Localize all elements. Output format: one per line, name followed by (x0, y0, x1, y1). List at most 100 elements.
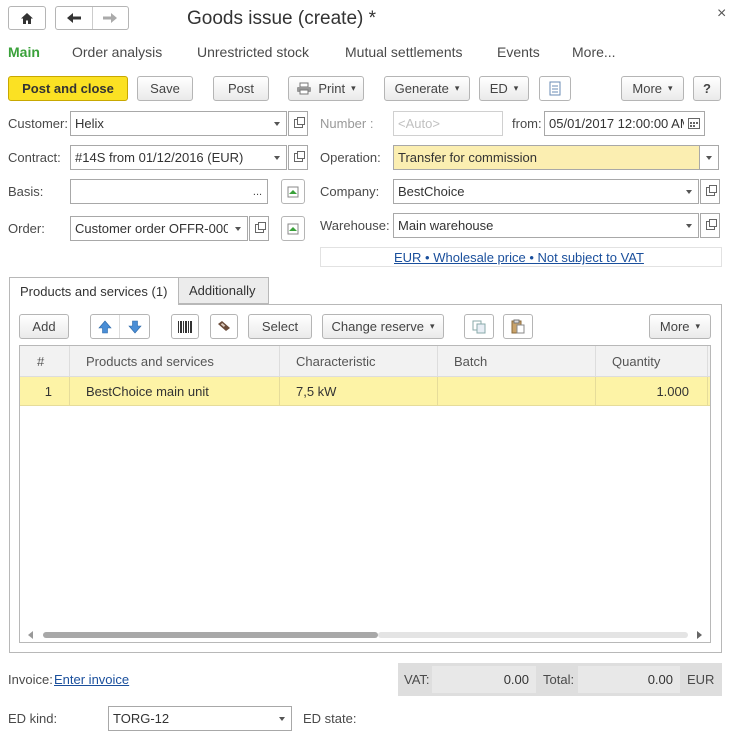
total-label: Total: (543, 672, 575, 687)
change-reserve-button[interactable]: Change reserve ▾ (322, 314, 444, 339)
operation-dropdown-icon[interactable] (699, 145, 719, 170)
calendar-button[interactable] (684, 111, 705, 136)
row-number: 1 (20, 377, 70, 405)
pricing-link[interactable]: EUR • Wholesale price • Not subject to V… (394, 250, 644, 265)
row-product: BestChoice main unit (70, 377, 280, 405)
number-field[interactable]: <Auto> (393, 111, 503, 136)
company-open-button[interactable] (700, 179, 720, 204)
from-label: from: (512, 116, 542, 131)
order-dropdown-icon[interactable] (228, 216, 248, 241)
invoice-label: Invoice: (8, 672, 53, 687)
warehouse-field[interactable]: Main warehouse (393, 213, 680, 238)
basis-label: Basis: (8, 184, 44, 199)
print-button[interactable]: Print ▾ (288, 76, 364, 101)
customer-field[interactable]: Helix (70, 111, 268, 136)
forward-arrow-icon (103, 13, 118, 23)
enter-invoice-link[interactable]: Enter invoice (54, 672, 129, 687)
tab-mutual-settlements[interactable]: Mutual settlements (345, 44, 463, 60)
tab-events[interactable]: Events (497, 44, 540, 60)
back-forward-group (55, 6, 129, 30)
tab-products-label: Products and services (1) (20, 284, 168, 299)
contract-dropdown-icon[interactable] (267, 145, 287, 170)
copy-button[interactable] (464, 314, 494, 339)
order-label: Order: (8, 221, 45, 236)
paste-button[interactable] (503, 314, 533, 339)
column-products[interactable]: Products and services (70, 346, 280, 376)
tab-more[interactable]: More... (572, 44, 616, 60)
calendar-icon (688, 118, 700, 129)
back-button[interactable] (56, 7, 93, 29)
products-grid[interactable]: # Products and services Characteristic B… (19, 345, 711, 643)
post-button[interactable]: Post (213, 76, 269, 101)
order-field[interactable]: Customer order OFFR-000 (70, 216, 229, 241)
add-button[interactable]: Add (19, 314, 69, 339)
save-button[interactable]: Save (137, 76, 193, 101)
scroll-right-icon[interactable] (697, 631, 702, 639)
tab-products-and-services[interactable]: Products and services (1) (9, 277, 179, 305)
row-quantity: 1.000 (596, 377, 708, 405)
more-button[interactable]: More ▾ (621, 76, 684, 101)
ed-kind-dropdown-icon[interactable] (272, 706, 292, 731)
fill-from-basis-button[interactable] (281, 179, 305, 204)
ed-button[interactable]: ED ▾ (479, 76, 529, 101)
warehouse-label: Warehouse: (320, 218, 390, 233)
data-collection-button[interactable] (210, 314, 238, 339)
vat-field: 0.00 (432, 666, 536, 693)
generate-button[interactable]: Generate ▾ (384, 76, 470, 101)
paste-icon (511, 319, 525, 334)
column-batch[interactable]: Batch (438, 346, 596, 376)
grid-more-button[interactable]: More ▾ (649, 314, 711, 339)
row-batch (438, 377, 596, 405)
tab-main[interactable]: Main (8, 44, 40, 60)
warehouse-dropdown-icon[interactable] (679, 213, 699, 238)
dropdown-arrow-icon: ▾ (454, 83, 460, 93)
column-characteristic[interactable]: Characteristic (280, 346, 438, 376)
customer-label: Customer: (8, 116, 68, 131)
home-button[interactable] (8, 6, 46, 30)
barcode-button[interactable] (171, 314, 199, 339)
contract-field[interactable]: #14S from 01/12/2016 (EUR) (70, 145, 268, 170)
select-button[interactable]: Select (248, 314, 312, 339)
dropdown-arrow-icon: ▾ (513, 83, 519, 93)
fill-icon (287, 223, 299, 234)
horizontal-scrollbar[interactable] (20, 628, 710, 642)
more-label: More (632, 81, 663, 96)
back-arrow-icon (66, 13, 81, 23)
close-icon[interactable]: × (717, 5, 726, 23)
contract-open-button[interactable] (288, 145, 308, 170)
copy-icon (472, 320, 486, 333)
arrow-down-icon (127, 320, 142, 333)
company-field[interactable]: BestChoice (393, 179, 680, 204)
date-field[interactable]: 05/01/2017 12:00:00 AM (544, 111, 685, 136)
vat-label: VAT: (404, 672, 430, 687)
move-up-button[interactable] (91, 315, 121, 338)
home-icon (21, 12, 33, 24)
help-button[interactable]: ? (693, 76, 721, 101)
basis-select-button[interactable]: ... (248, 179, 268, 204)
open-form-icon (293, 117, 305, 128)
tab-order-analysis[interactable]: Order analysis (72, 44, 162, 60)
post-and-close-button[interactable]: Post and close (8, 76, 128, 101)
order-open-button[interactable] (249, 216, 269, 241)
ed-kind-field[interactable]: TORG-12 (108, 706, 273, 731)
currency-label: EUR (687, 672, 715, 687)
fill-from-order-button[interactable] (281, 216, 305, 241)
customer-open-button[interactable] (288, 111, 308, 136)
basis-field[interactable] (70, 179, 249, 204)
customer-dropdown-icon[interactable] (267, 111, 287, 136)
table-row[interactable]: 1 BestChoice main unit 7,5 kW 1.000 (20, 377, 710, 406)
warehouse-open-button[interactable] (700, 213, 720, 238)
company-dropdown-icon[interactable] (679, 179, 699, 204)
tab-additionally[interactable]: Additionally (179, 277, 269, 304)
total-field: 0.00 (578, 666, 680, 693)
forward-button[interactable] (93, 7, 129, 29)
open-form-icon (705, 219, 717, 230)
scroll-left-icon[interactable] (28, 631, 33, 639)
move-down-button[interactable] (120, 315, 149, 338)
column-quantity[interactable]: Quantity (596, 346, 708, 376)
column-number[interactable]: # (20, 346, 70, 376)
tab-unrestricted-stock[interactable]: Unrestricted stock (197, 44, 309, 60)
operation-field[interactable]: Transfer for commission (393, 145, 700, 170)
document-button[interactable] (539, 76, 571, 101)
scrollbar-thumb[interactable] (43, 632, 378, 638)
